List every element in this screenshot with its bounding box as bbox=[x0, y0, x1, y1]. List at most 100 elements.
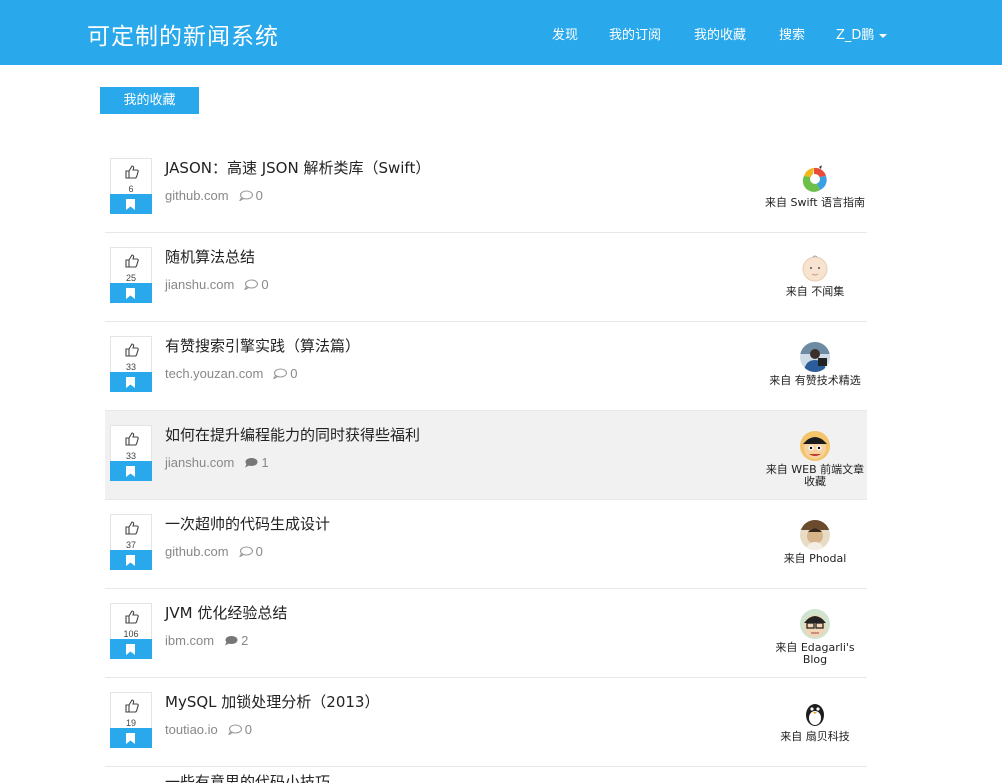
thumbs-up-icon[interactable] bbox=[125, 343, 139, 357]
bookmark-button[interactable] bbox=[110, 194, 152, 214]
comment-outline-icon bbox=[227, 724, 242, 735]
vote-box: 106 bbox=[110, 603, 152, 659]
comment-count[interactable]: 2 bbox=[241, 633, 248, 648]
item-meta: toutiao.io 0 bbox=[165, 722, 252, 737]
bookmark-icon bbox=[126, 555, 135, 566]
item-source: 来自 Phodal bbox=[763, 520, 867, 565]
source-label[interactable]: 来自 扇贝科技 bbox=[763, 731, 867, 743]
item-title[interactable]: 如何在提升编程能力的同时获得些福利 bbox=[165, 424, 420, 445]
user-menu[interactable]: Z_D鹏 bbox=[836, 24, 888, 43]
youzan-avatar[interactable] bbox=[800, 342, 830, 372]
chevron-down-icon bbox=[879, 33, 888, 38]
bookmark-button[interactable] bbox=[110, 728, 152, 748]
item-meta: ibm.com 2 bbox=[165, 633, 248, 648]
thumbs-up-icon[interactable] bbox=[125, 254, 139, 268]
source-label[interactable]: 来自 有赞技术精选 bbox=[763, 375, 867, 387]
source-label[interactable]: 来自 WEB 前端文章收藏 bbox=[763, 464, 867, 488]
vote-count: 37 bbox=[125, 540, 136, 550]
bookmark-button[interactable] bbox=[110, 639, 152, 659]
item-title[interactable]: JASON：高速 JSON 解析类库（Swift） bbox=[165, 157, 430, 178]
list-item: 106 JVM 优化经验总结 ibm.com 2 来自 Edagarli's Bl… bbox=[105, 589, 867, 678]
item-title[interactable]: 随机算法总结 bbox=[165, 246, 255, 267]
comment-count[interactable]: 0 bbox=[290, 366, 297, 381]
source-label[interactable]: 来自 Phodal bbox=[763, 553, 867, 565]
thumbs-up-icon[interactable] bbox=[125, 699, 139, 713]
user-name: Z_D鹏 bbox=[836, 28, 875, 43]
item-domain[interactable]: jianshu.com bbox=[165, 277, 234, 292]
vote-count: 33 bbox=[125, 451, 136, 461]
bookmark-button[interactable] bbox=[110, 372, 152, 392]
bookmark-icon bbox=[126, 644, 135, 655]
item-domain[interactable]: github.com bbox=[165, 544, 229, 559]
item-title[interactable]: 一次超帅的代码生成设计 bbox=[165, 513, 330, 534]
luffy-avatar[interactable] bbox=[800, 431, 830, 461]
list-item: 25 随机算法总结 jianshu.com 0 来自 不闻集 bbox=[105, 233, 867, 322]
penguin-avatar[interactable] bbox=[800, 698, 830, 728]
comment-outline-icon bbox=[238, 190, 253, 201]
favorites-list: 6 JASON：高速 JSON 解析类库（Swift） github.com 0 … bbox=[105, 144, 867, 767]
thumbs-up-icon[interactable] bbox=[125, 432, 139, 446]
vote-box: 19 bbox=[110, 692, 152, 748]
item-meta: github.com 0 bbox=[165, 544, 263, 559]
bookmark-icon bbox=[126, 199, 135, 210]
swift-guide-avatar[interactable] bbox=[800, 164, 830, 194]
comment-outline-icon bbox=[273, 368, 288, 379]
vote-count: 6 bbox=[128, 184, 134, 194]
item-title[interactable]: 有赞搜索引擎实践（算法篇） bbox=[165, 335, 360, 356]
thumbs-up-icon[interactable] bbox=[125, 521, 139, 535]
comment-count[interactable]: 0 bbox=[245, 722, 252, 737]
comment-outline-icon bbox=[238, 546, 253, 557]
app-brand[interactable]: 可定制的新闻系统 bbox=[87, 17, 279, 51]
nav-search[interactable]: 搜索 bbox=[779, 24, 805, 43]
buwenji-avatar[interactable] bbox=[800, 253, 830, 283]
comment-outline-icon bbox=[244, 279, 259, 290]
comment-count[interactable]: 1 bbox=[261, 455, 268, 470]
vote-box: 33 bbox=[110, 336, 152, 392]
item-domain[interactable]: ibm.com bbox=[165, 633, 214, 648]
source-label[interactable]: 来自 Swift 语言指南 bbox=[763, 197, 867, 209]
comment-count[interactable]: 0 bbox=[261, 277, 268, 292]
item-meta: jianshu.com 1 bbox=[165, 455, 269, 470]
edagarli-avatar[interactable] bbox=[800, 609, 830, 639]
phodal-avatar[interactable] bbox=[800, 520, 830, 550]
list-item: 33 有赞搜索引擎实践（算法篇） tech.youzan.com 0 来自 有赞技… bbox=[105, 322, 867, 411]
item-source: 来自 有赞技术精选 bbox=[763, 342, 867, 387]
section-tab-favorites[interactable]: 我的收藏 bbox=[100, 87, 199, 114]
list-item: 37 一次超帅的代码生成设计 github.com 0 来自 Phodal bbox=[105, 500, 867, 589]
top-navbar: 可定制的新闻系统 发现 我的订阅 我的收藏 搜索 Z_D鹏 bbox=[0, 0, 1002, 65]
next-item-title-partial[interactable]: 一些有意思的代码小技巧... bbox=[165, 771, 344, 783]
item-meta: github.com 0 bbox=[165, 188, 263, 203]
comment-count[interactable]: 0 bbox=[256, 544, 263, 559]
list-item: 6 JASON：高速 JSON 解析类库（Swift） github.com 0 … bbox=[105, 144, 867, 233]
nav-discover[interactable]: 发现 bbox=[552, 24, 578, 43]
source-label[interactable]: 来自 不闻集 bbox=[763, 286, 867, 298]
item-meta: tech.youzan.com 0 bbox=[165, 366, 298, 381]
item-domain[interactable]: github.com bbox=[165, 188, 229, 203]
bookmark-icon bbox=[126, 288, 135, 299]
item-source: 来自 Edagarli's Blog bbox=[763, 609, 867, 666]
list-item: 33 如何在提升编程能力的同时获得些福利 jianshu.com 1 来自 WEB… bbox=[105, 411, 867, 500]
bookmark-button[interactable] bbox=[110, 550, 152, 570]
source-label[interactable]: 来自 Edagarli's Blog bbox=[763, 642, 867, 666]
item-domain[interactable]: tech.youzan.com bbox=[165, 366, 263, 381]
nav-favorites[interactable]: 我的收藏 bbox=[694, 24, 746, 43]
vote-box: 25 bbox=[110, 247, 152, 303]
bookmark-icon bbox=[126, 466, 135, 477]
vote-box: 37 bbox=[110, 514, 152, 570]
item-source: 来自 不闻集 bbox=[763, 253, 867, 298]
thumbs-up-icon[interactable] bbox=[125, 610, 139, 624]
bookmark-button[interactable] bbox=[110, 283, 152, 303]
nav-subscriptions[interactable]: 我的订阅 bbox=[609, 24, 661, 43]
item-source: 来自 扇贝科技 bbox=[763, 698, 867, 743]
comment-count[interactable]: 0 bbox=[256, 188, 263, 203]
item-title[interactable]: MySQL 加锁处理分析（2013） bbox=[165, 691, 379, 712]
thumbs-up-icon[interactable] bbox=[125, 165, 139, 179]
item-domain[interactable]: jianshu.com bbox=[165, 455, 234, 470]
bookmark-icon bbox=[126, 377, 135, 388]
item-domain[interactable]: toutiao.io bbox=[165, 722, 218, 737]
bookmark-icon bbox=[126, 733, 135, 744]
item-title[interactable]: JVM 优化经验总结 bbox=[165, 602, 287, 623]
comment-filled-icon bbox=[225, 636, 238, 646]
bookmark-button[interactable] bbox=[110, 461, 152, 481]
vote-count: 106 bbox=[123, 629, 139, 639]
